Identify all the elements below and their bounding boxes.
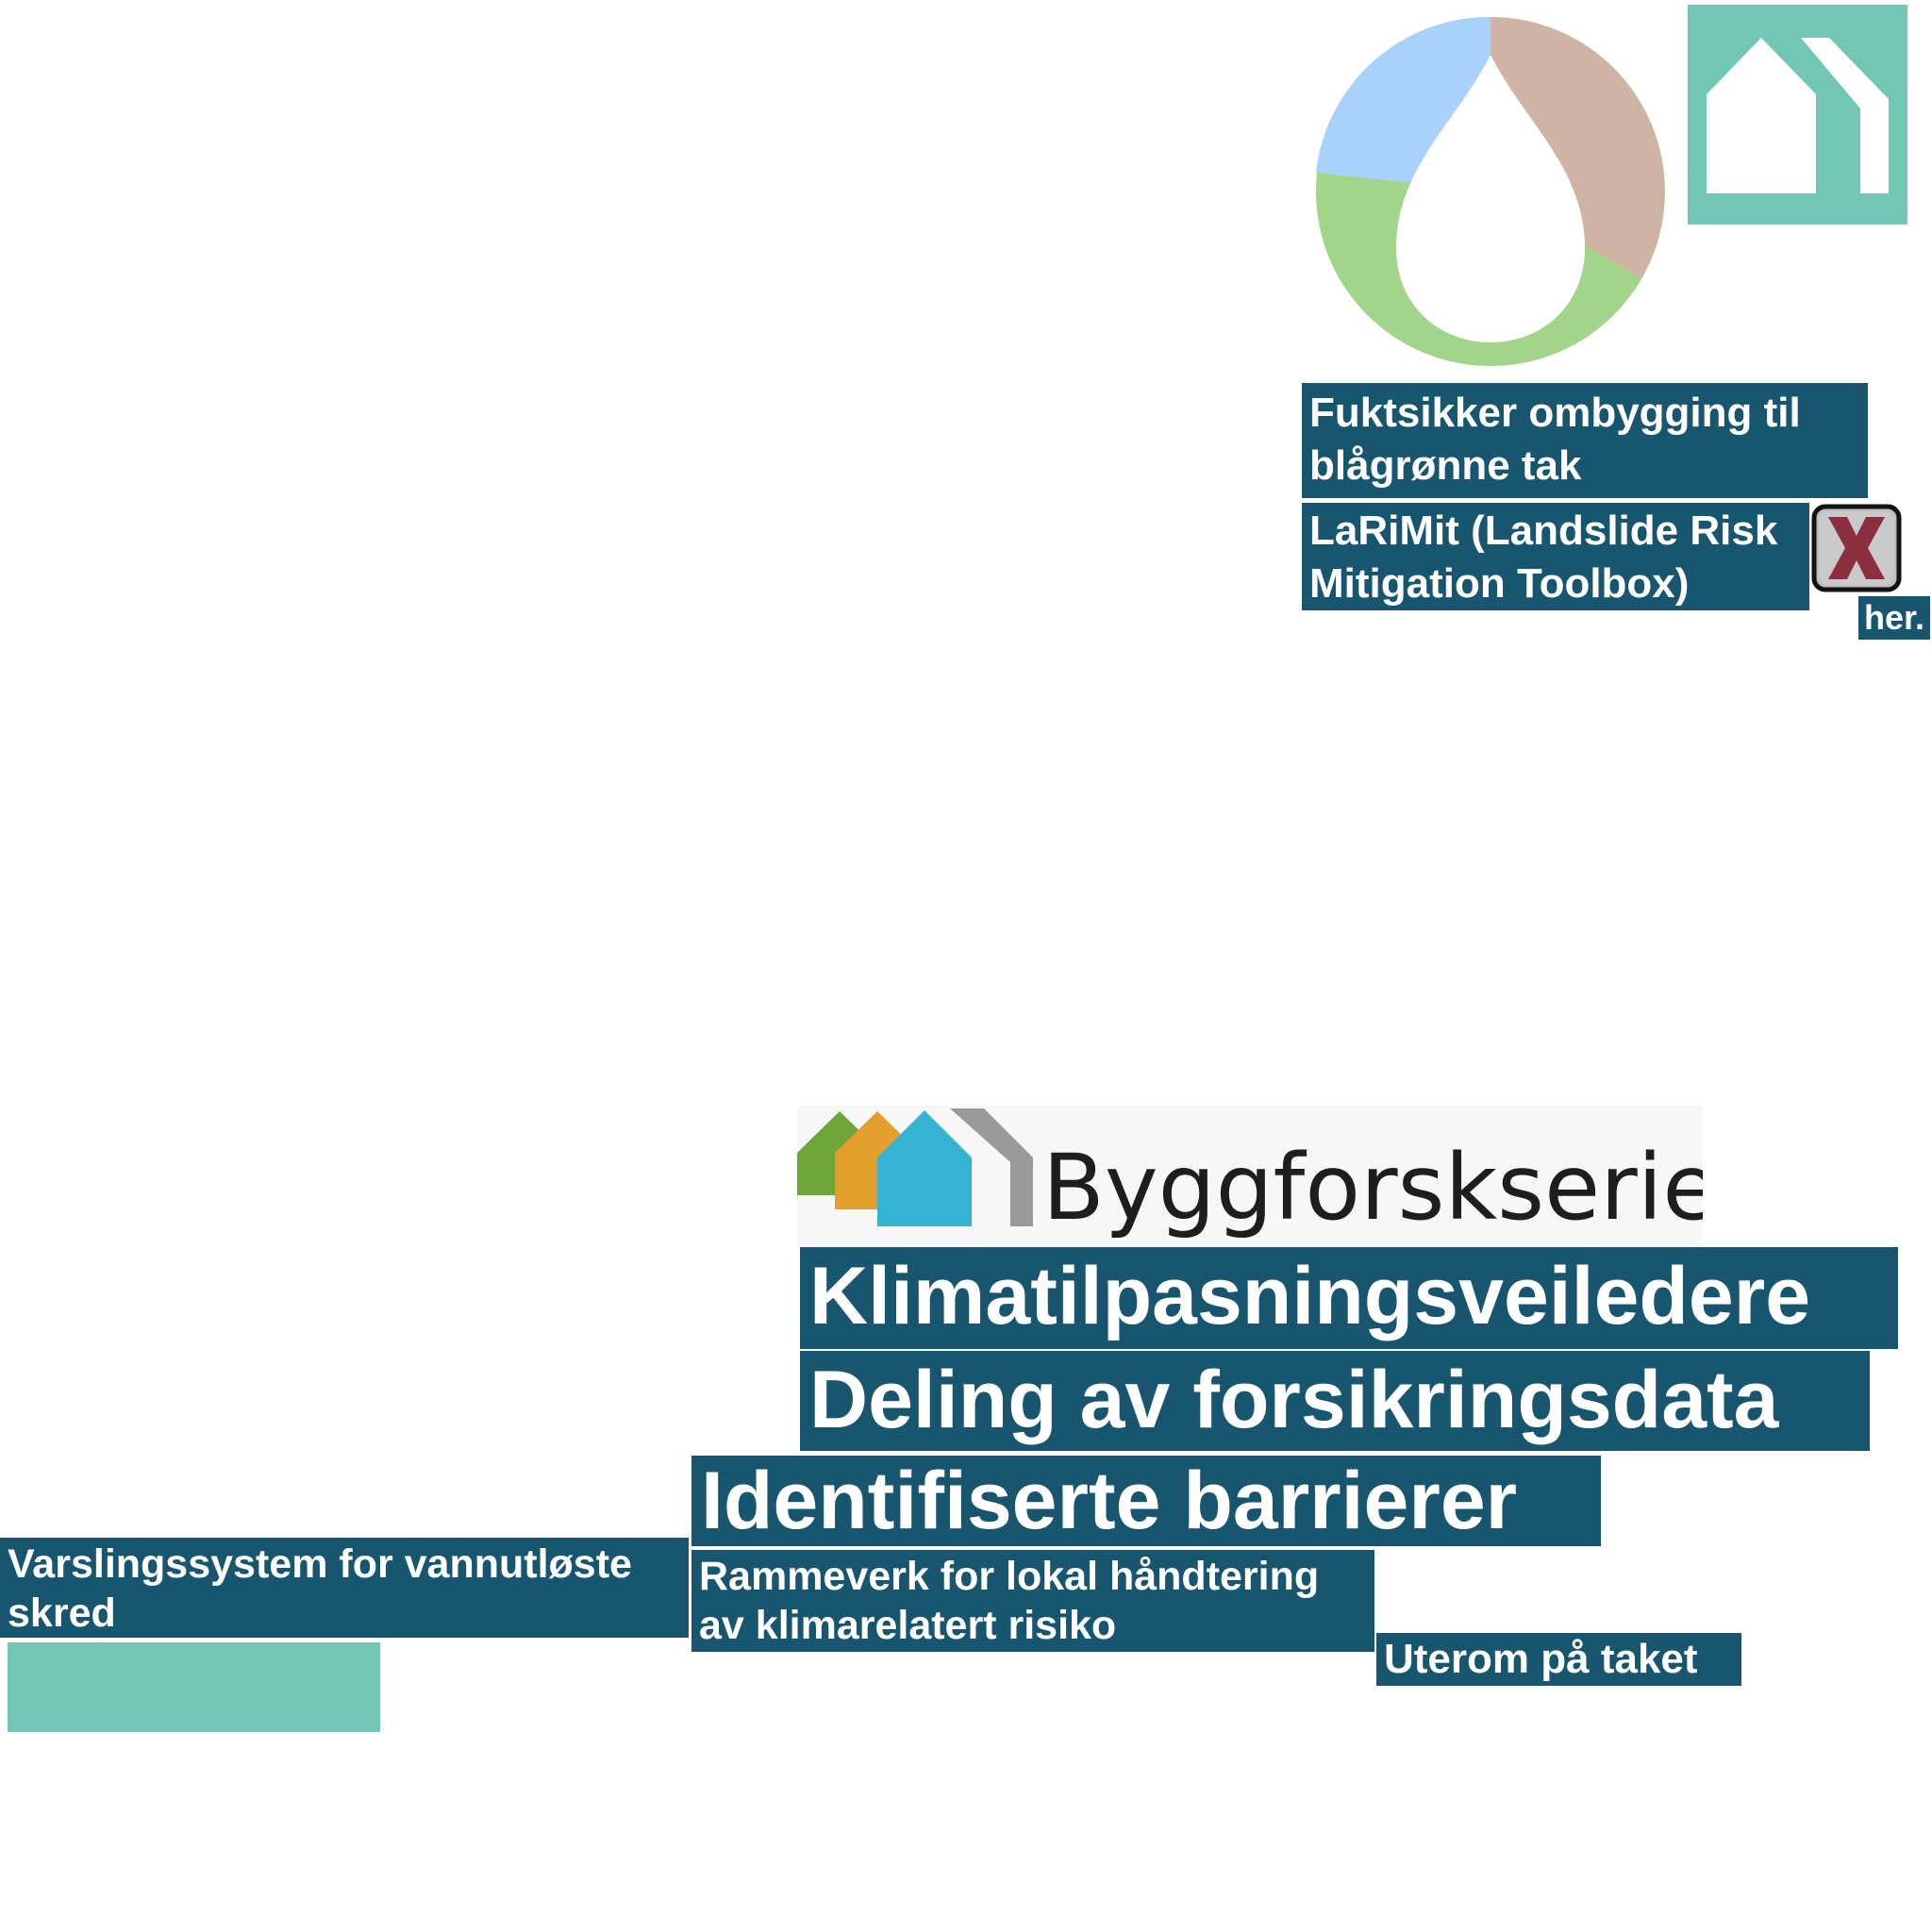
water-drop-ring-icon[interactable] [1316,17,1665,366]
link-deling-av-forsikringsdata[interactable]: Deling av forsikringsdata [800,1351,1870,1451]
byggforsk-wordmark: Byggforskserien [1042,1135,1703,1241]
link-rammeverk-lokal-handtering[interactable]: Rammeverk for lokal håndtering av klimar… [691,1550,1374,1652]
tile-line: Rammeverk for lokal håndtering [699,1554,1320,1599]
tile-line: Mitigation Toolbox) [1309,560,1690,607]
byggforskserien-logo[interactable]: Byggforskserien [797,1106,1703,1249]
tile-line: av klimarelatert risiko [699,1603,1117,1648]
tile-text: her. [1864,598,1925,637]
tile-line: skred [8,1591,116,1636]
link-her[interactable]: her. [1858,596,1930,640]
tile-text: Klimatilpasningsveiledere [809,1251,1811,1341]
link-uterom-pa-taket[interactable]: Uterom på taket [1376,1633,1741,1686]
tile-line: LaRiMit (Landslide Risk [1309,508,1778,554]
link-larimit[interactable]: LaRiMit (Landslide Risk Mitigation Toolb… [1302,503,1809,610]
teal-placeholder-block[interactable] [8,1642,380,1732]
link-fuktsikker-ombygging[interactable]: Fuktsikker ombygging til blågrønne tak [1302,383,1868,498]
broken-image-x-icon[interactable] [1811,504,1902,592]
house-outline-glyph [1707,38,1889,193]
link-varslingssystem[interactable]: Varslingssystem for vannutløste skred [0,1538,689,1638]
tile-line: blågrønne tak [1309,442,1582,489]
tile-line: Fuktsikker ombygging til [1309,390,1801,436]
tile-text: Identifiserte barrierer [701,1456,1518,1546]
link-klimatilpasningsveiledere[interactable]: Klimatilpasningsveiledere [800,1247,1898,1349]
tile-text: Uterom på taket [1384,1636,1698,1682]
tile-line: Varslingssystem for vannutløste [8,1541,632,1587]
house-outline-icon[interactable] [1688,5,1907,225]
tile-text: Deling av forsikringsdata [809,1355,1779,1445]
link-identifiserte-barrierer[interactable]: Identifiserte barrierer [691,1456,1601,1546]
